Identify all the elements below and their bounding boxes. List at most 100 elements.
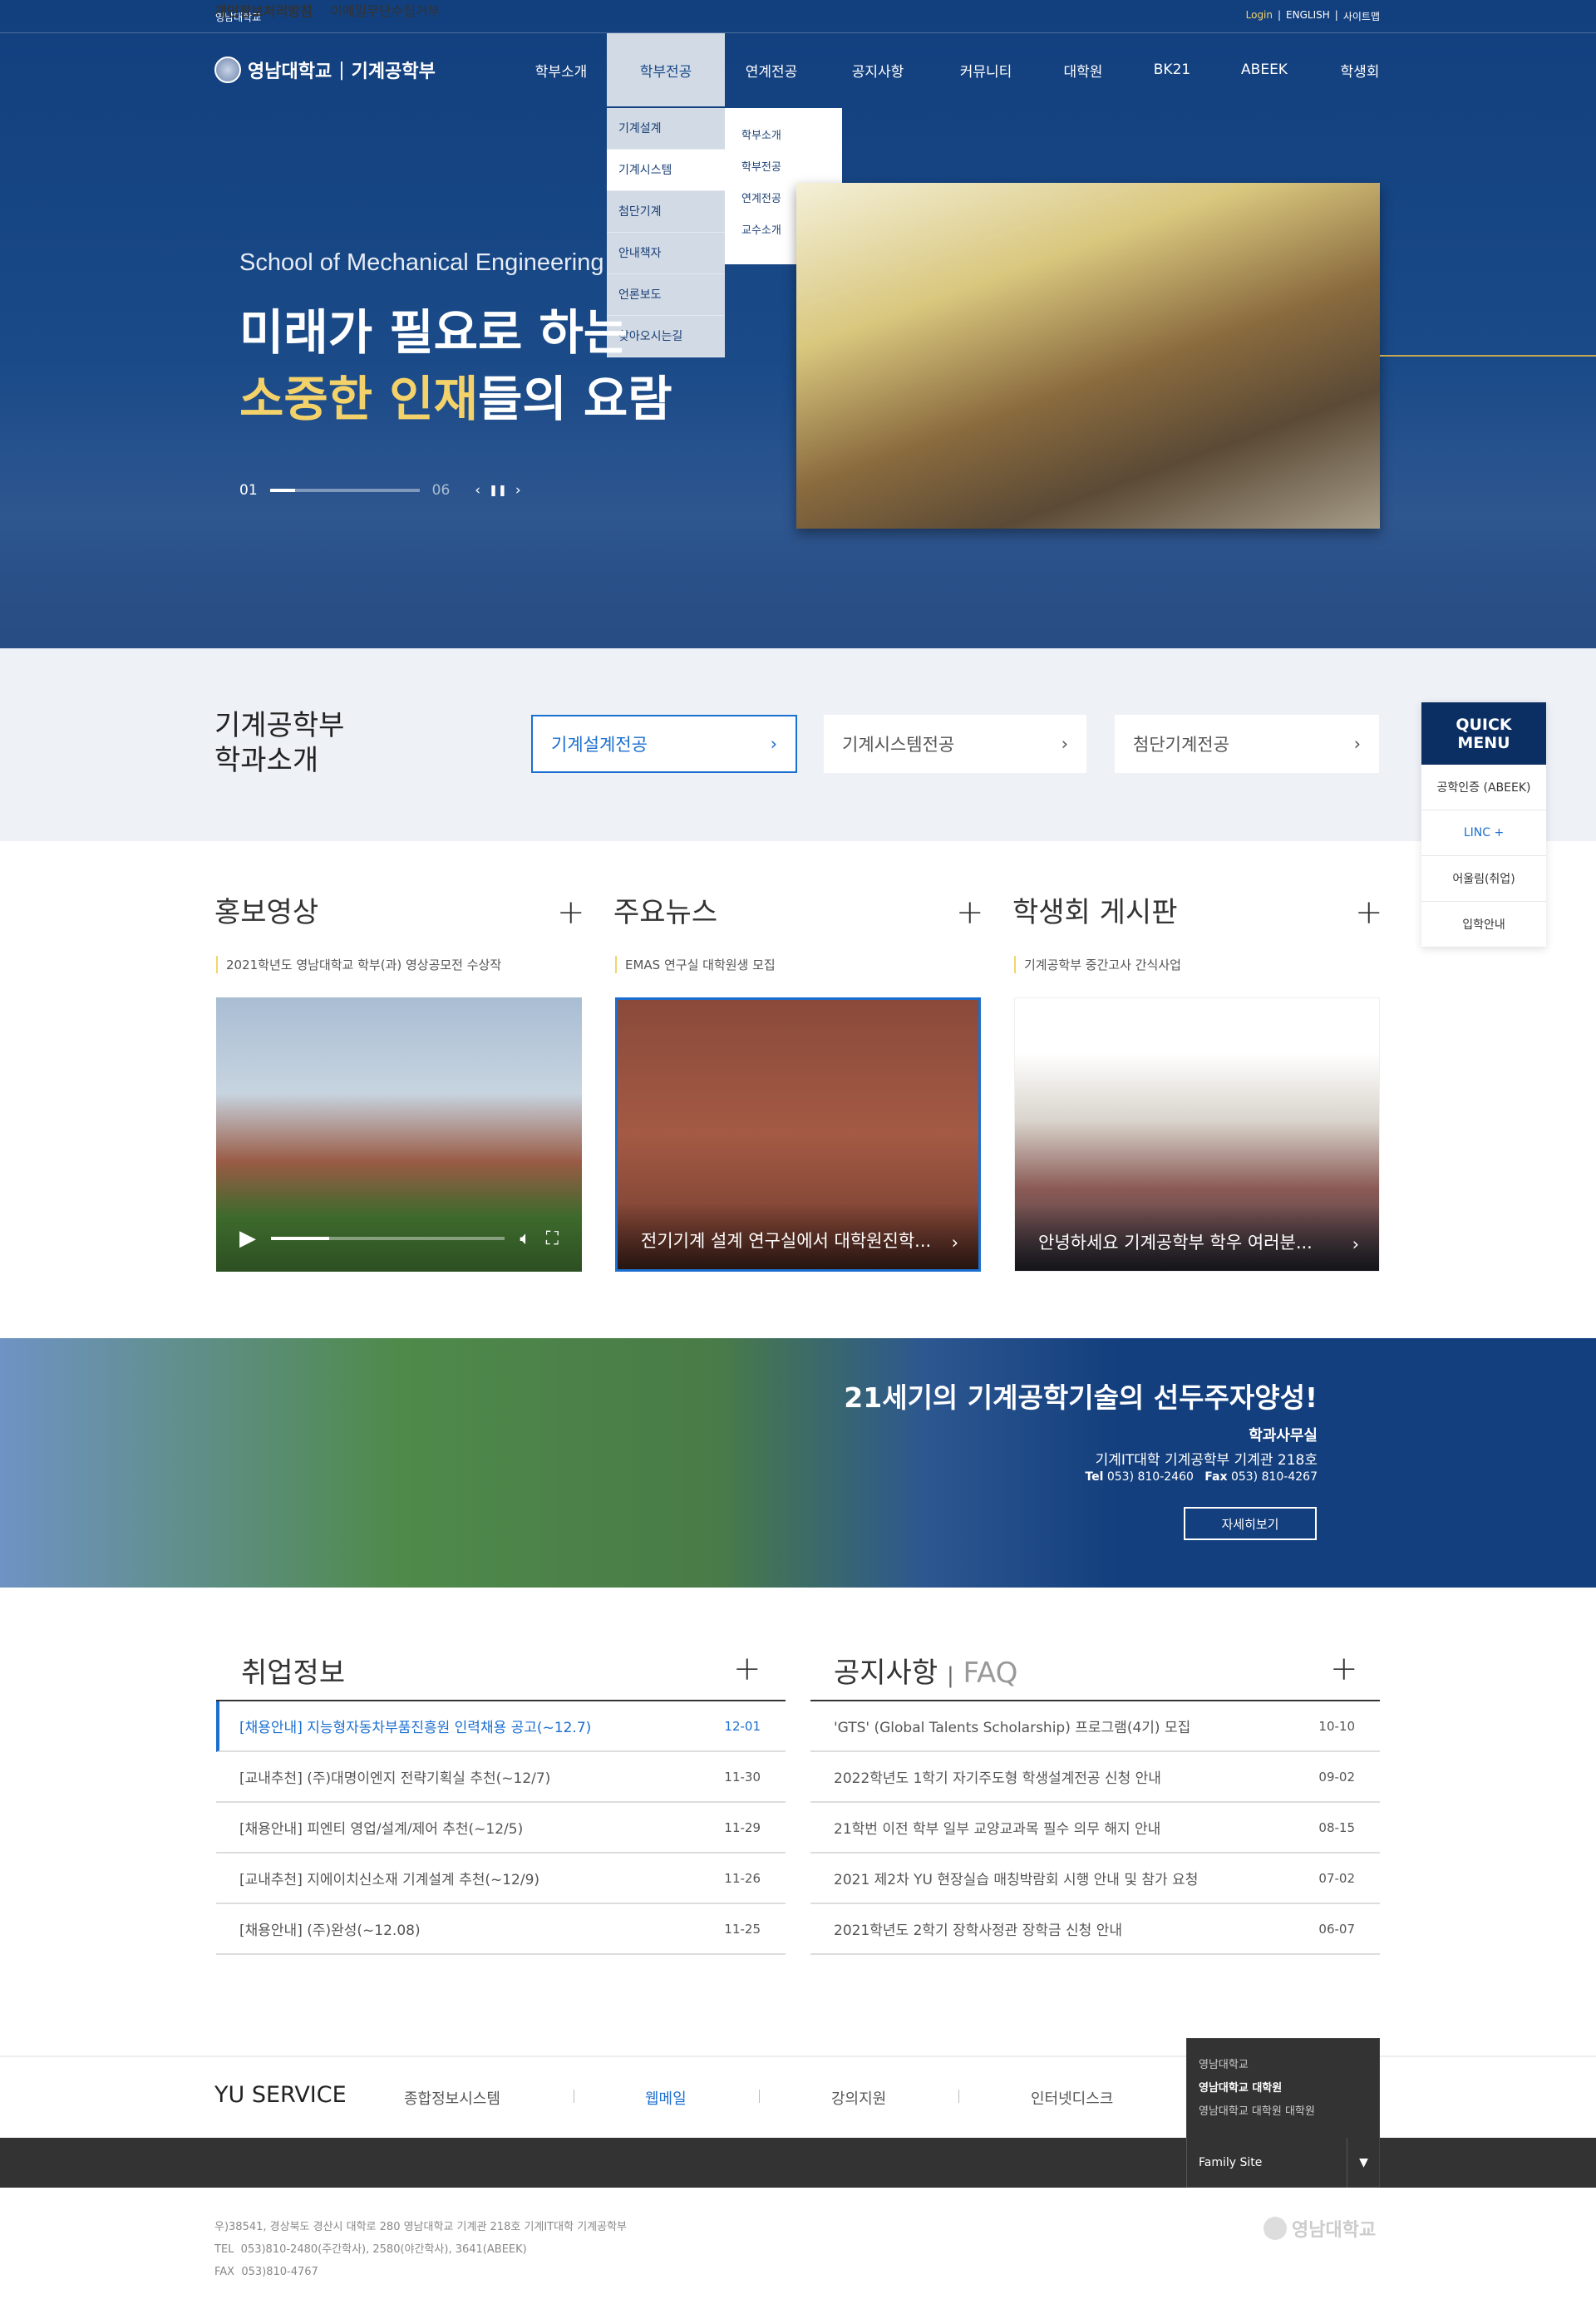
dropdown-arrow-icon: ▼ [1347, 2138, 1380, 2188]
news-subtitle[interactable]: EMAS 연구실 대학원생 모집 [615, 956, 776, 973]
list-item[interactable]: [채용안내] 피엔티 영업/설계/제어 추천(~12/5) 11-29 [216, 1803, 786, 1854]
chevron-right-icon: › [1353, 734, 1361, 754]
item-date: 08-15 [1318, 1819, 1355, 1835]
plus-icon[interactable]: + [733, 1652, 761, 1686]
nav-item-abeek[interactable]: ABEEK [1223, 33, 1306, 106]
nav-item-bk21[interactable]: BK21 [1130, 33, 1214, 106]
service-link[interactable]: 강의지원 [831, 2087, 886, 2109]
list-item[interactable]: 2021학년도 2학기 장학사정관 장학금 신청 안내 06-07 [810, 1904, 1380, 1955]
slide-progress-bar [269, 489, 420, 492]
item-title: 2021 제2차 YU 현장실습 매칭박람회 시행 안내 및 참가 요청 [834, 1872, 1199, 1888]
chevron-right-icon: › [1352, 1234, 1359, 1254]
plus-icon[interactable]: + [956, 896, 984, 929]
item-date: 11-29 [724, 1819, 761, 1835]
council-subtitle[interactable]: 기계공학부 중간고사 간식사업 [1014, 956, 1181, 973]
submenu-item[interactable]: 기계설계 [607, 108, 725, 150]
chevron-right-icon: › [1061, 734, 1068, 754]
fullscreen-icon[interactable]: ⛶ [546, 1228, 559, 1249]
footer-logo: 영남대학교 [1264, 2215, 1376, 2242]
prev-slide-icon[interactable]: ‹ [475, 482, 480, 499]
video-title: 홍보영상 [214, 896, 319, 929]
family-site-select[interactable]: Family Site ▼ [1186, 2138, 1380, 2188]
quick-item-employment[interactable]: 어울림(취업) [1421, 856, 1546, 902]
sitemap-link[interactable]: 사이트맵 [1343, 9, 1380, 23]
major-button-advanced[interactable]: 첨단기계전공 › [1115, 715, 1379, 773]
next-slide-icon[interactable]: › [515, 482, 521, 499]
campus-banner [0, 1338, 1596, 1588]
notice-list: 'GTS' (Global Talents Scholarship) 프로그램(… [810, 1700, 1380, 1955]
list-item[interactable]: [교내추천] 지에이치신소재 기계설계 추천(~12/9) 11-26 [216, 1854, 786, 1904]
item-title: 2022학년도 1학기 자기주도형 학생설계전공 신청 안내 [834, 1770, 1161, 1787]
quick-item-admission[interactable]: 입학안내 [1421, 902, 1546, 948]
office-location: 기계IT대학 기계공학부 기계관 218호 [1095, 1452, 1318, 1469]
notice-title: 공지사항 | FAQ [834, 1657, 1018, 1690]
email-refusal-link[interactable]: 이메일무단수집거부 [330, 0, 440, 20]
list-item[interactable]: 21학번 이전 학부 일부 교양교과목 필수 의무 해지 안내 08-15 [810, 1803, 1380, 1854]
nav-item-linked-major[interactable]: 연계전공 [730, 33, 813, 106]
item-title: [채용안내] 지능형자동차부품진흥원 인력채용 공고(~12.7) [239, 1720, 592, 1736]
submenu-item[interactable]: 학부소개 [725, 126, 842, 158]
list-item[interactable]: [교내추천] (주)대명이엔지 전략기획실 추천(~12/7) 11-30 [216, 1752, 786, 1803]
major-button-design[interactable]: 기계설계전공 › [531, 715, 797, 773]
item-date: 12-01 [724, 1718, 761, 1734]
university-seal-icon [1264, 2217, 1287, 2240]
plus-icon[interactable]: + [557, 896, 585, 929]
chevron-right-icon: › [951, 1233, 958, 1253]
service-link[interactable]: 인터넷디스크 [1031, 2087, 1113, 2109]
service-link[interactable]: 웹메일 [645, 2087, 687, 2109]
banner-headline: 21세기의 기계공학기술의 선두주자양성! [844, 1381, 1318, 1414]
video-player[interactable]: ▶ 🔈︎ ⛶ [216, 997, 582, 1272]
jobs-title: 취업정보 [241, 1657, 346, 1690]
list-item[interactable]: 'GTS' (Global Talents Scholarship) 프로그램(… [810, 1701, 1380, 1752]
major-button-system[interactable]: 기계시스템전공 › [824, 715, 1086, 773]
total-slides: 06 [431, 482, 451, 499]
submenu-item[interactable]: 기계시스템 [607, 150, 725, 191]
nav-item-community[interactable]: 커뮤니티 [944, 33, 1027, 106]
nav-item-student-council[interactable]: 학생회 [1322, 33, 1398, 106]
video-subtitle[interactable]: 2021학년도 영남대학교 학부(과) 영상공모전 수상작 [216, 956, 501, 973]
office-contact: Tel 053) 810-2460 Fax 053) 810-4267 [1085, 1470, 1318, 1484]
submenu-item[interactable]: 안내책자 [607, 233, 725, 274]
item-date: 07-02 [1318, 1870, 1355, 1886]
quick-menu: QUICK MENU 공학인증 (ABEEK) LINC + 어울림(취업) 입학… [1421, 702, 1546, 948]
list-item[interactable]: [채용안내] (주)완성(~12.08) 11-25 [216, 1904, 786, 1955]
service-link[interactable]: 종합정보시스템 [404, 2087, 500, 2109]
login-link[interactable]: Login [1246, 9, 1273, 23]
nav-item-notice[interactable]: 공지사항 [836, 33, 919, 106]
quick-item-abeek[interactable]: 공학인증 (ABEEK) [1421, 765, 1546, 810]
video-progress-bar[interactable] [271, 1237, 505, 1240]
more-details-button[interactable]: 자세히보기 [1184, 1507, 1317, 1540]
nav-item-graduate[interactable]: 대학원 [1042, 33, 1125, 106]
privacy-policy-link[interactable]: 개인정보처리방침 [214, 0, 313, 20]
play-icon[interactable]: ▶ [239, 1226, 256, 1251]
family-site-option[interactable]: 영남대학교 [1187, 2054, 1379, 2077]
yu-service-title: YU SERVICE [214, 2082, 347, 2108]
quick-item-linc[interactable]: LINC + [1421, 810, 1546, 856]
council-card[interactable]: 안녕하세요 기계공학부 학우 여러분... › [1014, 997, 1380, 1272]
office-label: 학과사무실 [1249, 1427, 1318, 1445]
university-seal-icon [214, 57, 241, 83]
family-site-option[interactable]: 영남대학교 대학원 [1187, 2077, 1379, 2100]
hero-headline: 미래가 필요로 하는 소중한 인재들의 요람 [239, 304, 672, 427]
pause-icon[interactable]: ❚❚ [489, 485, 507, 497]
news-card[interactable]: 전기기계 설계 연구실에서 대학원진학... › [615, 997, 981, 1272]
footer-address: 우)38541, 경상북도 경산시 대학로 280 영남대학교 기계관 218호… [214, 2221, 627, 2278]
family-site-option[interactable]: 영남대학교 대학원 대학원 [1187, 2100, 1379, 2124]
english-link[interactable]: ENGLISH [1286, 9, 1330, 23]
nav-item-intro[interactable]: 학부소개 [520, 33, 603, 106]
plus-icon[interactable]: + [1355, 896, 1383, 929]
list-item[interactable]: 2022학년도 1학기 자기주도형 학생설계전공 신청 안내 09-02 [810, 1752, 1380, 1803]
site-logo[interactable]: 영남대학교 | 기계공학부 [214, 57, 436, 83]
plus-icon[interactable]: + [1330, 1652, 1358, 1686]
list-item[interactable]: 2021 제2차 YU 현장실습 매칭박람회 시행 안내 및 참가 요청 07-0… [810, 1854, 1380, 1904]
news-title: 주요뉴스 [613, 896, 718, 929]
item-date: 10-10 [1318, 1718, 1355, 1734]
list-item[interactable]: [채용안내] 지능형자동차부품진흥원 인력채용 공고(~12.7) 12-01 [216, 1701, 786, 1752]
item-title: [채용안내] 피엔티 영업/설계/제어 추천(~12/5) [239, 1821, 524, 1838]
item-title: [교내추천] 지에이치신소재 기계설계 추천(~12/9) [239, 1872, 540, 1888]
item-title: 21학번 이전 학부 일부 교양교과목 필수 의무 해지 안내 [834, 1821, 1161, 1838]
volume-icon[interactable]: 🔈︎ [520, 1228, 530, 1249]
jobs-list: [채용안내] 지능형자동차부품진흥원 인력채용 공고(~12.7) 12-01 [교… [216, 1700, 786, 1955]
nav-item-major[interactable]: 학부전공 [607, 33, 725, 106]
submenu-item[interactable]: 첨단기계 [607, 191, 725, 233]
